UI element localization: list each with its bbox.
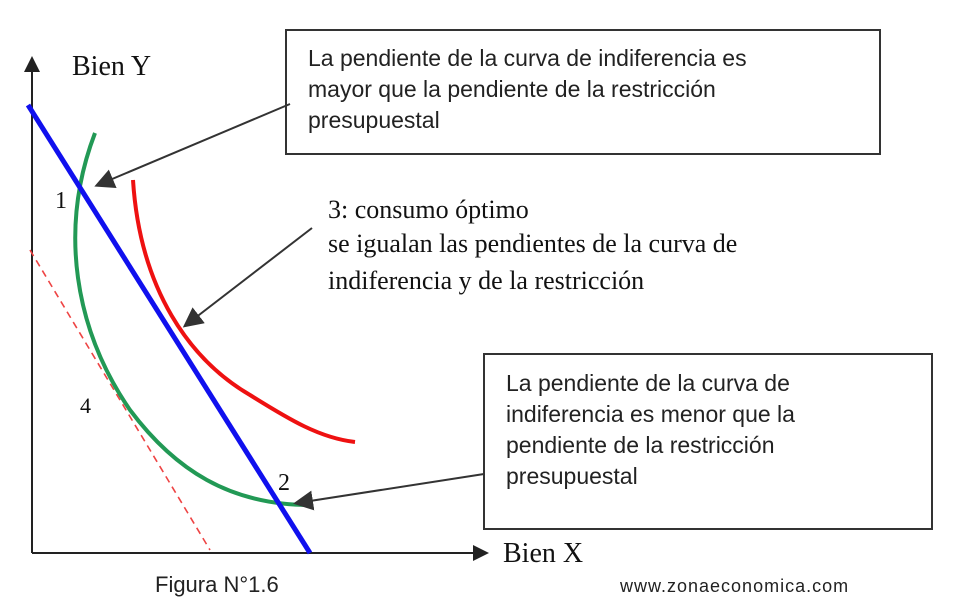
annotation-bottom-line-3: pendiente de la restricción [506, 432, 775, 458]
annotation-top-line-3: presupuestal [308, 107, 440, 133]
y-axis-label: Bien Y [72, 51, 151, 82]
dashed-budget-line [29, 249, 211, 551]
arrow-to-point-2 [293, 473, 485, 511]
point-label-1: 1 [55, 188, 67, 214]
annotation-bottom-line-2: indiferencia es menor que la [506, 401, 795, 427]
x-axis-label: Bien X [503, 538, 583, 569]
arrow-to-point-3 [182, 227, 313, 328]
budget-line [25, 103, 313, 555]
annotation-top-line-2: mayor que la pendiente de la restricción [308, 76, 716, 102]
optimum-line-2: se igualan las pendientes de la curva de [328, 229, 737, 258]
optimum-note: 3: consumo óptimo se igualan las pendien… [328, 195, 744, 295]
annotation-top-line-1: La pendiente de la curva de indiferencia… [308, 45, 747, 71]
watermark: www.zonaeconomica.com [619, 576, 849, 596]
indifference-curve-red [131, 179, 356, 444]
diagram-svg: Bien Y Bien X 1 2 4 La pendiente de la c… [24, 29, 933, 597]
annotation-bottom-line-4: presupuestal [506, 463, 638, 489]
optimum-line-3: indiferencia y de la restricción [328, 266, 644, 295]
annotation-bottom-line-1: La pendiente de la curva de [506, 370, 790, 396]
point-label-4: 4 [80, 393, 91, 418]
figure-caption: Figura N°1.6 [155, 572, 279, 597]
diagram-canvas: Bien Y Bien X 1 2 4 La pendiente de la c… [0, 0, 956, 614]
point-label-2: 2 [278, 470, 290, 496]
arrow-to-point-1 [94, 103, 291, 188]
optimum-line-1: 3: consumo óptimo [328, 195, 529, 224]
